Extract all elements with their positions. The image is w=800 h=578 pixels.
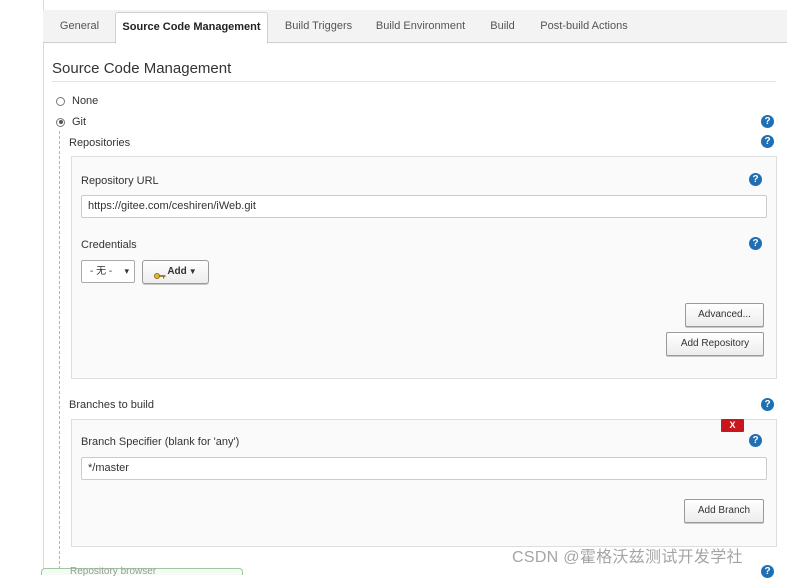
credentials-label: Credentials xyxy=(81,239,137,251)
tab-post-build-actions[interactable]: Post-build Actions xyxy=(531,10,637,42)
section-divider xyxy=(52,81,776,82)
branches-heading: Branches to build xyxy=(69,399,154,411)
git-section-connector xyxy=(59,131,60,574)
page-title: Source Code Management xyxy=(52,60,232,77)
help-icon-branches[interactable]: ? xyxy=(761,398,774,411)
scm-git-label: Git xyxy=(72,116,87,128)
help-icon-repository-browser[interactable]: ? xyxy=(761,565,774,578)
help-icon-repository-url[interactable]: ? xyxy=(749,173,762,186)
repository-url-label: Repository URL xyxy=(81,175,159,187)
help-icon-repositories[interactable]: ? xyxy=(761,135,774,148)
caret-down-icon: ▼ xyxy=(188,267,197,276)
advanced-button[interactable]: Advanced... xyxy=(685,303,764,327)
scm-git-radio[interactable] xyxy=(56,117,65,127)
repositories-heading: Repositories xyxy=(69,137,131,149)
tab-general[interactable]: General xyxy=(51,10,108,42)
add-credentials-button[interactable]: Add ▼ xyxy=(142,260,209,284)
credentials-select[interactable]: - 无 - ▾ xyxy=(81,260,135,283)
repository-url-input[interactable]: https://gitee.com/ceshiren/iWeb.git xyxy=(81,195,767,218)
add-repository-button[interactable]: Add Repository xyxy=(666,332,764,356)
add-credentials-label: Add xyxy=(167,266,187,277)
help-icon-branch-specifier[interactable]: ? xyxy=(749,434,762,447)
branch-specifier-label: Branch Specifier (blank for 'any') xyxy=(81,436,240,448)
scm-none-label: None xyxy=(72,95,99,107)
watermark-text: CSDN @霍格沃兹测试开发学社 xyxy=(512,549,743,566)
repository-browser-label: Repository browser xyxy=(70,566,157,577)
tab-build[interactable]: Build xyxy=(484,10,521,42)
delete-branch-button[interactable]: X xyxy=(721,419,744,432)
tab-build-environment[interactable]: Build Environment xyxy=(368,10,473,42)
help-icon-git[interactable]: ? xyxy=(761,115,774,128)
key-icon xyxy=(154,267,166,280)
add-branch-button[interactable]: Add Branch xyxy=(684,499,764,523)
credentials-selected-value: - 无 - xyxy=(90,266,113,277)
tab-source-code-management[interactable]: Source Code Management xyxy=(115,12,268,44)
scm-none-option[interactable]: None xyxy=(56,94,98,108)
scm-none-radio[interactable] xyxy=(56,96,65,106)
chevron-down-icon: ▾ xyxy=(124,266,129,276)
branch-specifier-input[interactable]: */master xyxy=(81,457,767,480)
scm-git-option[interactable]: Git xyxy=(56,115,86,129)
tab-build-triggers[interactable]: Build Triggers xyxy=(276,10,361,42)
help-icon-credentials[interactable]: ? xyxy=(749,237,762,250)
